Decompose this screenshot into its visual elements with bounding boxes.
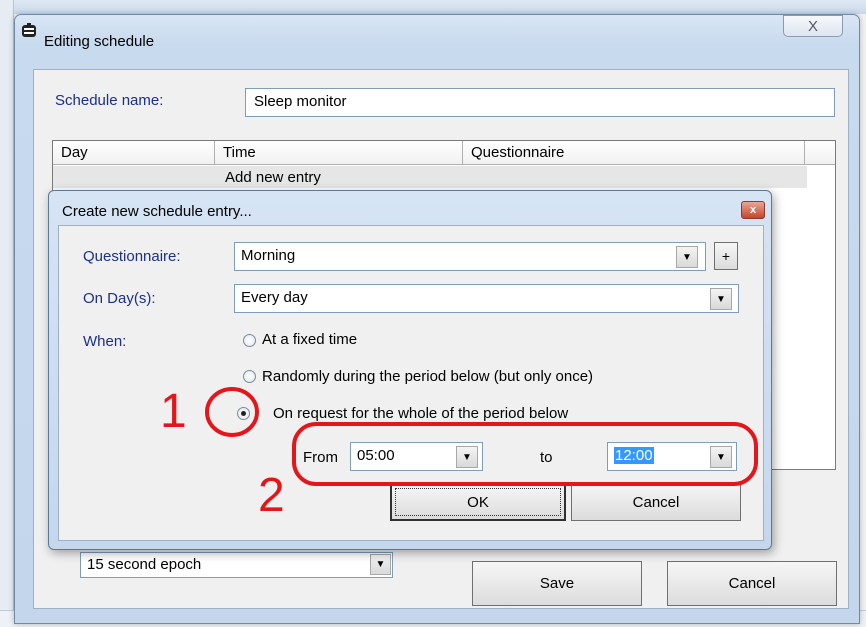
radio-random-period-label[interactable]: Randomly during the period below (but on… xyxy=(262,368,593,385)
chevron-down-icon: ▼ xyxy=(375,559,386,570)
chevron-down-icon: ▼ xyxy=(682,251,692,263)
radio-on-request-label[interactable]: On request for the whole of the period b… xyxy=(273,405,568,422)
close-icon: x xyxy=(749,204,757,216)
save-button[interactable]: Save xyxy=(472,561,642,606)
app-icon xyxy=(22,23,36,37)
questionnaire-label: Questionnaire: xyxy=(83,248,181,265)
questionnaire-dropdown-button[interactable]: ▼ xyxy=(676,246,698,268)
close-icon: X xyxy=(807,17,818,35)
list-item-add-new-entry[interactable] xyxy=(53,166,807,188)
annotation-number-2: 2 xyxy=(258,469,285,522)
days-label: On Day(s): xyxy=(83,290,156,307)
window-close-button[interactable]: X xyxy=(783,15,843,37)
schedule-name-input[interactable]: Sleep monitor xyxy=(245,88,835,117)
column-header-questionnaire[interactable]: Questionnaire xyxy=(463,141,805,165)
chevron-down-icon: ▼ xyxy=(462,451,472,463)
chevron-down-icon: ▼ xyxy=(716,293,726,305)
to-dropdown-button[interactable]: ▼ xyxy=(710,446,732,468)
add-questionnaire-button[interactable]: + xyxy=(714,242,738,270)
epoch-dropdown-button[interactable]: ▼ xyxy=(370,554,391,575)
questionnaire-select[interactable]: Morning xyxy=(234,242,706,271)
ok-focus-ring xyxy=(395,488,561,516)
dialog-cancel-button[interactable]: Cancel xyxy=(571,483,741,521)
from-dropdown-button[interactable]: ▼ xyxy=(456,446,478,468)
to-time-value: 12:00 xyxy=(614,447,654,464)
cancel-schedule-button[interactable]: Cancel xyxy=(667,561,837,606)
dialog-title: Create new schedule entry... xyxy=(62,203,252,220)
radio-fixed-time[interactable] xyxy=(243,334,256,347)
column-header-extra[interactable] xyxy=(805,141,835,165)
column-header-day[interactable]: Day xyxy=(53,141,215,165)
column-header-time[interactable]: Time xyxy=(215,141,463,165)
from-label: From xyxy=(303,449,338,466)
to-label: to xyxy=(540,449,553,466)
radio-on-request[interactable] xyxy=(237,407,250,420)
annotation-number-1: 1 xyxy=(160,385,187,438)
background-top xyxy=(0,0,866,14)
epoch-select[interactable]: 15 second epoch xyxy=(80,552,393,578)
list-item-label: Add new entry xyxy=(225,169,321,186)
chevron-down-icon: ▼ xyxy=(716,451,726,463)
days-dropdown-button[interactable]: ▼ xyxy=(710,288,732,310)
dialog-close-button[interactable]: x xyxy=(741,201,765,219)
when-label: When: xyxy=(83,333,127,350)
days-select[interactable]: Every day xyxy=(234,284,739,313)
window-title: Editing schedule xyxy=(44,33,155,50)
background-left-strip xyxy=(0,0,14,627)
radio-fixed-time-label[interactable]: At a fixed time xyxy=(262,331,357,348)
schedule-name-label: Schedule name: xyxy=(55,92,164,109)
radio-random-period[interactable] xyxy=(243,370,256,383)
